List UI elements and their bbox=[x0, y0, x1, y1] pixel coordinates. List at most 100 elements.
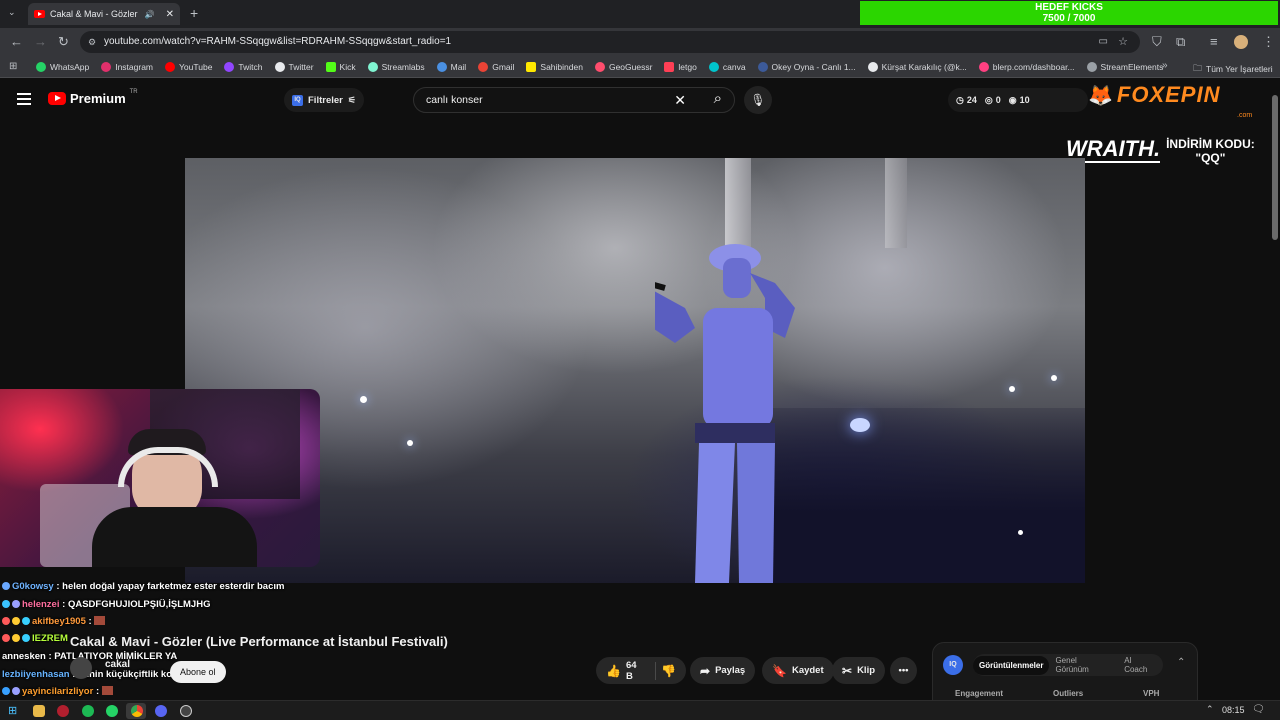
tab-overview[interactable]: Genel Görünüm bbox=[1049, 651, 1118, 679]
tab-youtube-video[interactable]: Cakal & Mavi - Gözler (Live 🔊 ✕ bbox=[28, 3, 180, 25]
share-button[interactable]: ➦ Paylaş bbox=[690, 657, 756, 684]
save-button[interactable]: 🔖 Kaydet bbox=[762, 657, 834, 684]
all-bookmarks-folder[interactable]: 🗀 Tüm Yer İşaretleri bbox=[1193, 61, 1273, 77]
thumbs-down-icon[interactable]: 👎 bbox=[661, 664, 676, 678]
like-divider bbox=[655, 661, 657, 680]
clock-time[interactable]: 08:15 bbox=[1222, 705, 1245, 715]
thumbs-up-icon: 👍 bbox=[606, 663, 621, 678]
region-label: TR bbox=[129, 89, 138, 95]
url-field[interactable]: ⚙ youtube.com/watch?v=RAHM-SSqqgw&list=R… bbox=[80, 31, 1140, 53]
iq-stats-bar[interactable]: ◷ 24 ◎ 0 ◉ 10 bbox=[948, 88, 1088, 112]
bookmark-twitter[interactable]: Twitter bbox=[274, 61, 314, 72]
bookmark-okey[interactable]: Okey Oyna - Canlı 1... bbox=[757, 61, 856, 72]
browser-menu-icon[interactable]: ⋮ bbox=[1262, 34, 1275, 50]
tab-views[interactable]: Görüntülenmeler bbox=[973, 655, 1050, 675]
geoguessr-pin-icon bbox=[594, 61, 605, 72]
filters-button[interactable]: IQ Filtreler ⚟ bbox=[284, 88, 364, 112]
clear-search-icon[interactable]: ✕ bbox=[674, 88, 686, 112]
site-info-icon[interactable]: ⚙ bbox=[88, 31, 96, 53]
bookmark-gmail[interactable]: Gmail bbox=[478, 61, 514, 72]
search-input[interactable]: canlı konser ✕ ⌕ bbox=[413, 87, 735, 113]
bookmark-geoguessr[interactable]: GeoGuessr bbox=[594, 61, 652, 72]
streamlabs-icon bbox=[367, 61, 378, 72]
notifications-icon[interactable]: 🗨 bbox=[1252, 704, 1265, 715]
close-tab-icon[interactable]: ✕ bbox=[166, 9, 174, 20]
chrome-icon bbox=[131, 705, 143, 717]
bookmark-youtube[interactable]: YouTube bbox=[165, 61, 212, 72]
scissors-icon: ✂ bbox=[842, 663, 853, 678]
shield-icon[interactable]: ⛉ bbox=[1152, 34, 1162, 50]
bookmark-kick[interactable]: Kick bbox=[325, 61, 356, 72]
tab-ai-coach[interactable]: AI Coach bbox=[1118, 651, 1163, 679]
tiktok-icon bbox=[867, 61, 878, 72]
x-icon bbox=[274, 61, 285, 72]
video-title: Cakal & Mavi - Gözler (Live Performance … bbox=[70, 634, 448, 649]
voice-search-icon[interactable]: 🎙 bbox=[744, 86, 772, 114]
whatsapp-icon bbox=[36, 61, 46, 72]
share-icon: ➦ bbox=[700, 663, 711, 678]
folder-icon: 🗀 bbox=[1193, 63, 1203, 73]
discord-icon[interactable] bbox=[155, 705, 167, 717]
stage-light bbox=[850, 418, 870, 432]
file-explorer-icon[interactable] bbox=[33, 705, 45, 717]
tray-chevron-icon[interactable]: ⌃ bbox=[1206, 704, 1214, 715]
streamer-shirt bbox=[92, 507, 257, 567]
bookmark-letgo[interactable]: letgo bbox=[664, 61, 697, 72]
hamburger-menu-icon[interactable] bbox=[17, 93, 31, 105]
bookmark-star-icon[interactable]: ☆ bbox=[1118, 31, 1128, 53]
channel-name[interactable]: cakal bbox=[105, 659, 130, 670]
clip-button[interactable]: ✂ Klip bbox=[832, 657, 886, 684]
bookmark-tiktok[interactable]: Kürşat Karakılıç (@k... bbox=[867, 61, 967, 72]
collapse-chevron-icon[interactable]: ⌃ bbox=[1177, 657, 1185, 668]
stage-light bbox=[1009, 386, 1015, 392]
windows-start-icon[interactable]: ⊞ bbox=[8, 704, 17, 717]
channel-avatar[interactable] bbox=[70, 657, 92, 679]
bookmark-canva[interactable]: canva bbox=[708, 61, 746, 72]
more-actions-button[interactable]: ••• bbox=[890, 657, 917, 684]
opera-icon[interactable] bbox=[57, 705, 69, 717]
more-bookmarks-icon[interactable]: » bbox=[1162, 60, 1168, 71]
bookmark-whatsapp[interactable]: WhatsApp bbox=[36, 61, 89, 72]
bookmark-blerp[interactable]: blerp.com/dashboar... bbox=[978, 61, 1075, 72]
tab-search-icon[interactable]: ⌄ bbox=[8, 7, 16, 18]
bookmark-twitch[interactable]: Twitch bbox=[224, 61, 263, 72]
bookmark-streamelements[interactable]: StreamElements bbox=[1086, 61, 1163, 72]
new-tab-icon[interactable]: + bbox=[190, 5, 198, 21]
spotify-icon[interactable] bbox=[82, 705, 94, 717]
kicks-goal-overlay: HEDEF KICKS 7500 / 7000 bbox=[860, 1, 1278, 25]
youtube-premium-logo[interactable]: Premium TR bbox=[48, 89, 138, 106]
forward-icon[interactable]: → bbox=[34, 34, 47, 49]
stage-truss-right bbox=[885, 158, 907, 248]
bookmark-mail[interactable]: Mail bbox=[436, 61, 466, 72]
extensions-icon[interactable]: ⧉ bbox=[1176, 34, 1185, 50]
eye-outline-icon: ◉ bbox=[1008, 94, 1017, 105]
windows-taskbar: ⊞ ⌃ 08:15 🗨 bbox=[0, 700, 1280, 720]
speaker-icon[interactable]: 🔊 bbox=[145, 10, 155, 19]
youtube-icon bbox=[165, 61, 176, 72]
emote-icon bbox=[101, 686, 113, 695]
bookmark-sahibinden[interactable]: Sahibinden bbox=[526, 61, 583, 72]
subscribe-button[interactable]: Abone ol bbox=[170, 661, 226, 683]
bookmark-instagram[interactable]: Instagram bbox=[101, 61, 153, 72]
foxepin-logo: 🦊 FOXEPIN bbox=[1088, 82, 1220, 108]
page-scrollbar[interactable] bbox=[1272, 95, 1278, 240]
chat-message: IEZREM bbox=[2, 633, 68, 644]
obs-icon[interactable] bbox=[180, 705, 192, 717]
whatsapp-icon[interactable] bbox=[106, 705, 118, 717]
chat-badge-icon bbox=[22, 617, 30, 625]
back-icon[interactable]: ← bbox=[10, 34, 23, 49]
reload-icon[interactable]: ↻ bbox=[58, 34, 69, 50]
like-button[interactable]: 👍 64 B 👎 bbox=[596, 657, 686, 684]
blerp-icon bbox=[978, 61, 989, 72]
cast-icon[interactable]: ▭ bbox=[1099, 31, 1108, 53]
discount-code-value: "QQ" bbox=[1195, 151, 1226, 165]
sliders-icon: ⚟ bbox=[347, 94, 356, 105]
video-player[interactable] bbox=[185, 158, 1085, 583]
profile-avatar[interactable] bbox=[1234, 35, 1248, 49]
performer-figure bbox=[655, 244, 795, 583]
media-queue-icon[interactable]: ≡ bbox=[1210, 34, 1218, 49]
search-icon[interactable]: ⌕ bbox=[714, 87, 722, 111]
apps-grid-icon[interactable]: ⊞ bbox=[9, 61, 17, 72]
bookmark-streamlabs[interactable]: Streamlabs bbox=[367, 61, 425, 72]
column-outliers: Outliers bbox=[1053, 689, 1084, 698]
